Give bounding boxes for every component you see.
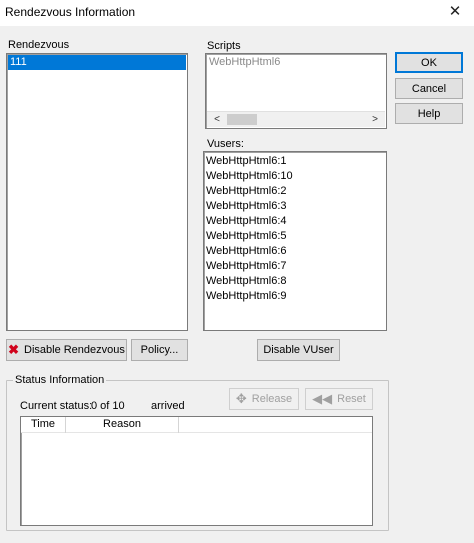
vuser-item[interactable]: WebHttpHtml6:8 — [204, 274, 386, 289]
cancel-button[interactable]: Cancel — [395, 78, 463, 99]
vuser-item[interactable]: WebHttpHtml6:6 — [204, 244, 386, 259]
time-column-header[interactable]: Time — [21, 417, 66, 433]
disable-vuser-button[interactable]: Disable VUser — [257, 339, 340, 361]
scroll-left-icon[interactable]: < — [209, 112, 225, 127]
reset-label: Reset — [337, 393, 366, 405]
release-label: Release — [251, 393, 293, 405]
vuser-item[interactable]: WebHttpHtml6:5 — [204, 229, 386, 244]
reset-button[interactable]: ◀◀ Reset — [305, 388, 373, 410]
vuser-item[interactable]: WebHttpHtml6:4 — [204, 214, 386, 229]
current-status-label: Current status: — [20, 400, 93, 412]
scroll-thumb[interactable] — [227, 114, 257, 125]
arrived-label: arrived — [151, 400, 185, 412]
scripts-list[interactable]: WebHttpHtml6 < > — [205, 53, 387, 129]
current-status-value: 0 of 10 — [91, 400, 125, 412]
vuser-item[interactable]: WebHttpHtml6:10 — [204, 169, 386, 184]
scripts-hscrollbar[interactable]: < > — [207, 111, 385, 127]
vuser-item[interactable]: WebHttpHtml6:3 — [204, 199, 386, 214]
vuser-item[interactable]: WebHttpHtml6:7 — [204, 259, 386, 274]
reason-column-header[interactable]: Reason — [66, 417, 179, 433]
status-table[interactable]: Time Reason — [20, 416, 373, 526]
script-item[interactable]: WebHttpHtml6 — [206, 55, 386, 70]
help-button[interactable]: Help — [395, 103, 463, 124]
rendezvous-label: Rendezvous — [8, 39, 70, 51]
window-title: Rendezvous Information — [5, 5, 136, 19]
ok-button[interactable]: OK — [395, 52, 463, 73]
red-x-icon: ✖ — [8, 342, 19, 357]
rendezvous-list[interactable]: 111 — [6, 53, 188, 331]
vuser-item[interactable]: WebHttpHtml6:1 — [204, 154, 386, 169]
vuser-item[interactable]: WebHttpHtml6:9 — [204, 289, 386, 304]
rendezvous-item-111[interactable]: 111 — [8, 55, 186, 70]
close-icon[interactable]: ✕ — [444, 2, 466, 22]
status-table-header: Time Reason — [21, 417, 372, 433]
disable-rendezvous-label: Disable Rendezvous — [24, 344, 125, 356]
scroll-right-icon[interactable]: > — [367, 112, 383, 127]
policy-button[interactable]: Policy... — [131, 339, 188, 361]
status-group-title: Status Information — [13, 374, 107, 386]
vusers-label: Vusers: — [207, 138, 244, 150]
release-button[interactable]: ✥ Release — [229, 388, 299, 410]
rewind-icon: ◀◀ — [312, 391, 333, 406]
disable-rendezvous-button[interactable]: ✖ Disable Rendezvous — [6, 339, 127, 361]
scripts-label: Scripts — [207, 40, 241, 52]
vusers-list[interactable]: WebHttpHtml6:1 WebHttpHtml6:10 WebHttpHt… — [203, 151, 387, 331]
vuser-item[interactable]: WebHttpHtml6:2 — [204, 184, 386, 199]
move-arrows-icon: ✥ — [235, 391, 247, 406]
